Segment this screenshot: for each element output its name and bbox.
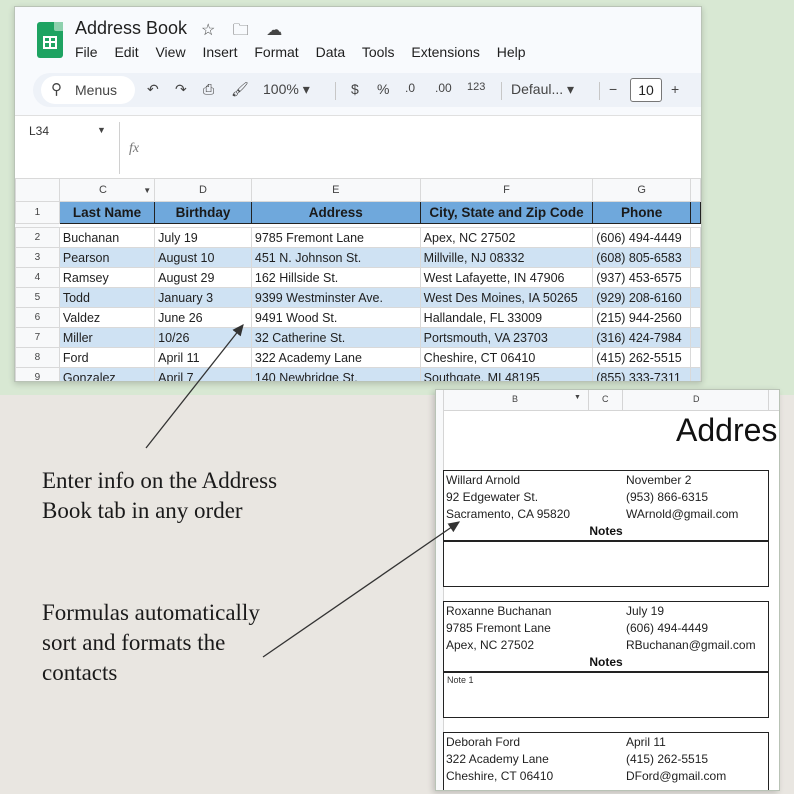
arrow-to-cards [262,521,461,658]
arrow-to-sheet [145,323,244,449]
annotation-arrows [145,323,461,658]
